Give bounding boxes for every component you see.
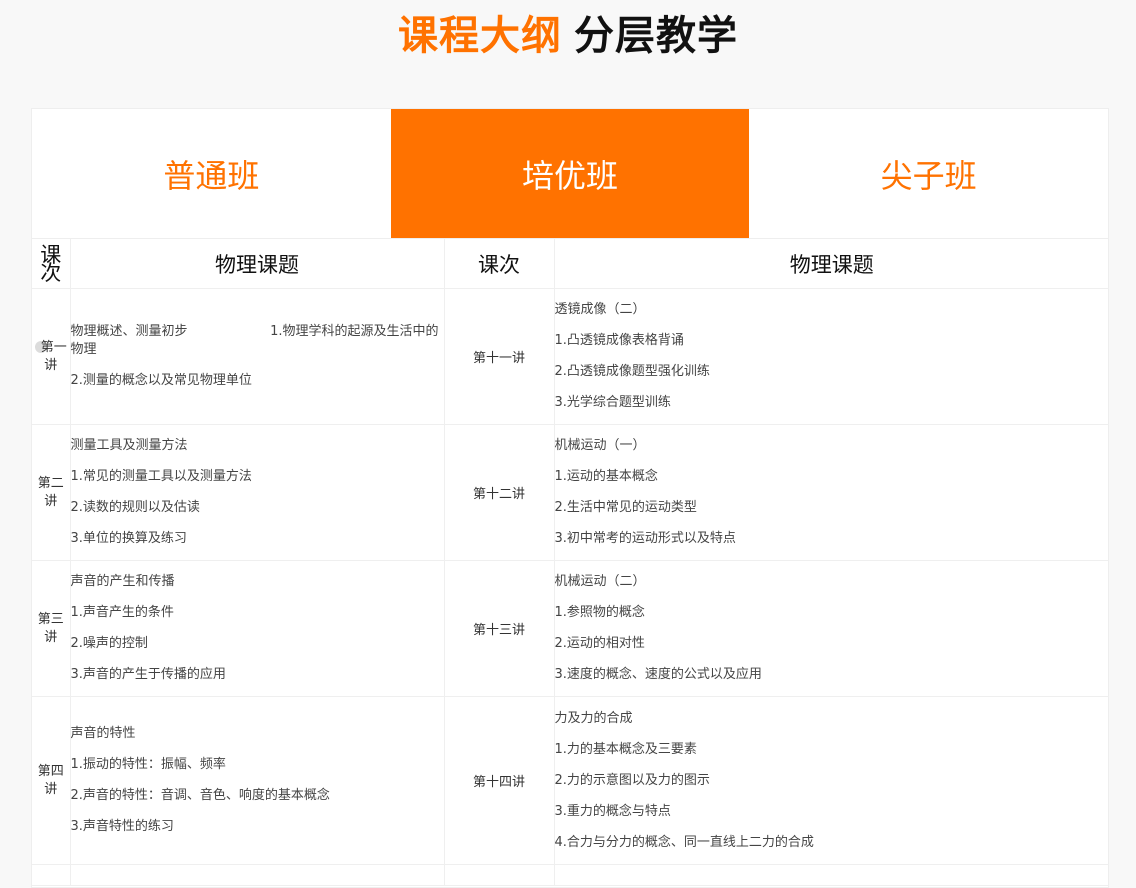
topic-line: 透镜成像（二） xyxy=(554,302,646,317)
header-topic-right: 物理课题 xyxy=(553,239,1109,289)
table-header-row: 课次 物理课题 课次 物理课题 xyxy=(32,239,1109,289)
lesson-number-left: 第三讲 xyxy=(32,560,71,697)
heading-accent: 课程大纲 xyxy=(398,13,562,59)
topic-line: 测量工具及测量方法 xyxy=(70,438,188,453)
topic-line: 2.运动的相对性 xyxy=(554,636,645,651)
class-level-tabs: 普通班 培优班 尖子班 xyxy=(32,109,1108,239)
empty-cell xyxy=(32,864,71,886)
lesson-number-left: 第二讲 xyxy=(32,424,71,561)
tab-regular-class[interactable]: 普通班 xyxy=(32,109,391,238)
empty-cell xyxy=(69,864,445,886)
tab-advanced-class[interactable]: 培优班 xyxy=(390,109,750,238)
topic-line: 3.速度的概念、速度的公式以及应用 xyxy=(554,667,762,682)
topic-line: 1.运动的基本概念 xyxy=(554,469,658,484)
topic-cell-left: 声音的特性 1.振动的特性：振幅、频率 2.声音的特性：音调、音色、响度的基本概… xyxy=(69,696,445,865)
topic-cell-left: 声音的产生和传播 1.声音产生的条件 2.噪声的控制 3.声音的产生于传播的应用 xyxy=(69,560,445,697)
topic-line: 2.力的示意图以及力的图示 xyxy=(554,772,710,788)
topic-line: 1.凸透镜成像表格背诵 xyxy=(554,333,684,348)
topic-line: 2.生活中常见的运动类型 xyxy=(554,500,697,515)
topic-line: 3.单位的换算及练习 xyxy=(70,531,187,546)
table-row: 第三讲 声音的产生和传播 1.声音产生的条件 2.噪声的控制 3.声音的产生于传… xyxy=(32,560,1109,697)
syllabus-table: 课次 物理课题 课次 物理课题 第一讲 物理概述、测量初步 1.物理学科的起源及… xyxy=(32,239,1109,886)
topic-cell-right: 机械运动（二） 1.参照物的概念 2.运动的相对性 3.速度的概念、速度的公式以… xyxy=(553,560,1109,697)
lesson-number-right: 第十一讲 xyxy=(443,288,555,425)
table-row: 第四讲 声音的特性 1.振动的特性：振幅、频率 2.声音的特性：音调、音色、响度… xyxy=(32,696,1109,865)
lesson-number-right: 第十二讲 xyxy=(443,424,555,561)
header-lesson-left: 课次 xyxy=(32,239,71,289)
lesson-number-right: 第十三讲 xyxy=(443,560,555,697)
page-heading: 课程大纲 分层教学 xyxy=(0,10,1136,62)
table-row: 第二讲 测量工具及测量方法 1.常见的测量工具以及测量方法 2.读数的规则以及估… xyxy=(32,424,1109,561)
topic-line: 声音的产生和传播 xyxy=(70,574,175,589)
table-row-partial xyxy=(32,864,1109,886)
lesson-number-left: 第四讲 xyxy=(32,696,71,865)
topic-line: 机械运动（二） xyxy=(554,574,646,589)
empty-cell xyxy=(553,864,1109,886)
topic-line: 3.初中常考的运动形式以及特点 xyxy=(554,531,736,546)
topic-line: 4.合力与分力的概念、同一直线上二力的合成 xyxy=(554,834,814,850)
topic-cell-right: 透镜成像（二） 1.凸透镜成像表格背诵 2.凸透镜成像题型强化训练 3.光学综合… xyxy=(553,288,1109,425)
topic-cell-right: 力及力的合成 1.力的基本概念及三要素 2.力的示意图以及力的图示 3.重力的概… xyxy=(553,696,1109,865)
topic-line: 机械运动（一） xyxy=(554,438,646,453)
topic-line: 物理概述、测量初步 1.物理学科的起源及生活中的物理 xyxy=(70,324,439,357)
empty-cell xyxy=(443,864,555,886)
topic-line: 3.重力的概念与特点 xyxy=(554,803,671,819)
heading-main: 分层教学 xyxy=(574,13,738,59)
topic-line: 1.常见的测量工具以及测量方法 xyxy=(70,469,252,484)
topic-cell-right: 机械运动（一） 1.运动的基本概念 2.生活中常见的运动类型 3.初中常考的运动… xyxy=(553,424,1109,561)
topic-line: 2.测量的概念以及常见物理单位 xyxy=(70,373,252,388)
table-row: 第一讲 物理概述、测量初步 1.物理学科的起源及生活中的物理 2.测量的概念以及… xyxy=(32,288,1109,425)
topic-cell-left: 物理概述、测量初步 1.物理学科的起源及生活中的物理 2.测量的概念以及常见物理… xyxy=(69,288,445,425)
topic-line: 2.噪声的控制 xyxy=(70,636,148,651)
topic-line: 2.声音的特性：音调、音色、响度的基本概念 xyxy=(70,788,330,803)
topic-line: 1.振动的特性：振幅、频率 xyxy=(70,757,226,772)
lesson-number-left: 第一讲 xyxy=(32,288,71,425)
topic-line: 力及力的合成 xyxy=(554,710,633,726)
topic-line: 声音的特性 xyxy=(70,726,136,741)
header-lesson-right: 课次 xyxy=(443,239,555,289)
header-topic-left: 物理课题 xyxy=(69,239,445,289)
syllabus-panel: 普通班 培优班 尖子班 课次 物理课题 课次 物理课题 第一讲 物理概述、测量初… xyxy=(31,108,1109,888)
topic-line: 3.声音特性的练习 xyxy=(70,819,174,834)
topic-line: 1.力的基本概念及三要素 xyxy=(554,741,697,757)
topic-line: 1.声音产生的条件 xyxy=(70,605,174,620)
tab-top-class[interactable]: 尖子班 xyxy=(749,109,1108,238)
topic-line: 3.光学综合题型训练 xyxy=(554,395,671,410)
topic-line: 1.参照物的概念 xyxy=(554,605,645,620)
topic-line: 2.凸透镜成像题型强化训练 xyxy=(554,364,710,379)
topic-cell-left: 测量工具及测量方法 1.常见的测量工具以及测量方法 2.读数的规则以及估读 3.… xyxy=(69,424,445,561)
topic-line: 3.声音的产生于传播的应用 xyxy=(70,667,226,682)
lesson-number-right: 第十四讲 xyxy=(443,696,555,865)
topic-line: 2.读数的规则以及估读 xyxy=(70,500,200,515)
